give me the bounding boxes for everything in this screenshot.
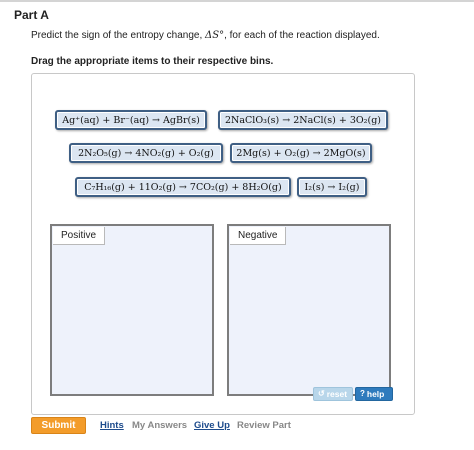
drag-drop-workspace: Ag⁺(aq) + Br⁻(aq) → AgBr(s) 2NaClO₃(s) →… <box>31 73 415 415</box>
question-text: Predict the sign of the entropy change, … <box>31 30 380 41</box>
bin-negative[interactable]: Negative <box>227 224 391 396</box>
question-text-before: Predict the sign of the entropy change, <box>31 30 205 41</box>
reset-label: reset <box>326 389 348 399</box>
draggable-item-naclo3[interactable]: 2NaClO₃(s) → 2NaCl(s) + 3O₂(g) <box>218 110 388 130</box>
bin-negative-label: Negative <box>230 227 287 245</box>
review-part-link[interactable]: Review Part <box>237 420 291 431</box>
draggable-item-agbr[interactable]: Ag⁺(aq) + Br⁻(aq) → AgBr(s) <box>55 110 207 130</box>
question-icon: ? <box>360 389 365 398</box>
draggable-item-n2o5[interactable]: 2N₂O₅(g) → 4NO₂(g) + O₂(g) <box>69 143 223 163</box>
top-divider <box>0 0 474 2</box>
bin-positive[interactable]: Positive <box>50 224 214 396</box>
draggable-item-i2[interactable]: I₂(s) → I₂(g) <box>297 177 367 197</box>
give-up-link[interactable]: Give Up <box>194 420 230 431</box>
entropy-symbol: ΔS° <box>205 30 225 41</box>
question-text-after: , for each of the reaction displayed. <box>224 30 380 41</box>
help-button[interactable]: ? help <box>355 387 393 401</box>
part-title: Part A <box>14 8 49 22</box>
reset-icon: ↺ <box>318 389 325 398</box>
submit-button[interactable]: Submit <box>31 417 86 434</box>
draggable-item-mgo[interactable]: 2Mg(s) + O₂(g) → 2MgO(s) <box>230 143 372 163</box>
my-answers-link[interactable]: My Answers <box>132 420 187 431</box>
help-label: help <box>366 389 385 399</box>
draggable-item-c7h16[interactable]: C₇H₁₆(g) + 11O₂(g) → 7CO₂(g) + 8H₂O(g) <box>75 177 291 197</box>
instruction-text: Drag the appropriate items to their resp… <box>31 56 274 67</box>
reset-button[interactable]: ↺ reset <box>313 387 353 401</box>
hints-link[interactable]: Hints <box>100 420 124 431</box>
bin-positive-label: Positive <box>53 227 106 245</box>
